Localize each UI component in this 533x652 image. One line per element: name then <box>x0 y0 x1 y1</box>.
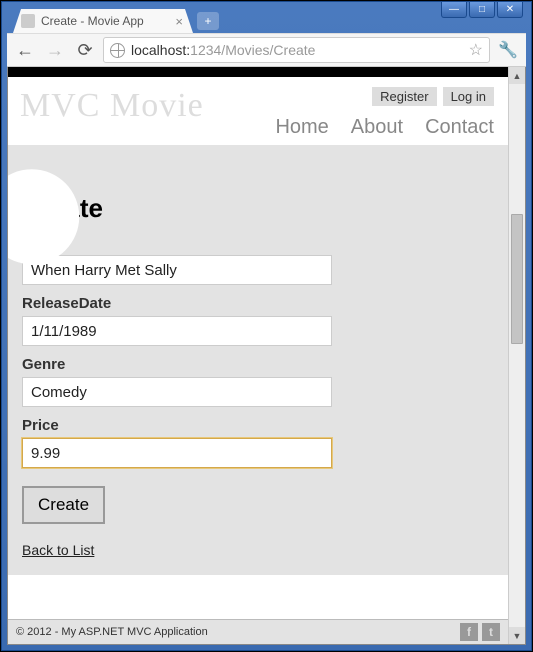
bookmark-star-icon[interactable]: ☆ <box>469 40 483 60</box>
reload-button[interactable]: ⟳ <box>73 38 97 62</box>
scroll-thumb[interactable] <box>511 214 523 344</box>
address-bar[interactable]: localhost:1234/Movies/Create ☆ <box>103 37 490 63</box>
auth-links: Register Log in <box>275 87 494 106</box>
scroll-track[interactable] <box>509 84 525 627</box>
releasedate-label: ReleaseDate <box>22 295 494 312</box>
page-viewport: MVC Movie Register Log in Home About Con… <box>7 67 526 645</box>
back-to-list-link[interactable]: Back to List <box>22 542 94 558</box>
settings-wrench-icon[interactable]: 🔧 <box>496 38 520 62</box>
genre-input[interactable] <box>22 377 332 407</box>
price-input[interactable] <box>22 438 332 468</box>
browser-toolbar: ← → ⟳ localhost:1234/Movies/Create ☆ 🔧 <box>7 33 526 67</box>
globe-icon <box>110 43 125 58</box>
login-link[interactable]: Log in <box>443 87 494 106</box>
site-header: MVC Movie Register Log in Home About Con… <box>8 77 508 145</box>
nav-about[interactable]: About <box>351 116 403 139</box>
minimize-button[interactable]: — <box>441 2 467 18</box>
releasedate-input[interactable] <box>22 316 332 346</box>
scroll-down-button[interactable]: ▼ <box>509 627 525 644</box>
url-text: localhost:1234/Movies/Create <box>131 42 315 58</box>
new-tab-button[interactable]: + <box>197 12 219 30</box>
url-path: 1234/Movies/Create <box>190 42 315 58</box>
maximize-button[interactable]: □ <box>469 2 495 18</box>
site-title: MVC Movie <box>20 87 204 125</box>
forward-button[interactable]: → <box>43 38 67 62</box>
price-label: Price <box>22 417 494 434</box>
form-area: Create Title ReleaseDate Genre Price Cre… <box>8 145 508 575</box>
tab-close-icon[interactable]: × <box>173 14 185 29</box>
footer-text: © 2012 - My ASP.NET MVC Application <box>16 626 208 638</box>
create-button[interactable]: Create <box>22 486 105 524</box>
tab-favicon <box>21 14 35 28</box>
register-link[interactable]: Register <box>372 87 436 106</box>
top-black-bar <box>8 67 508 77</box>
back-button[interactable]: ← <box>13 38 37 62</box>
page-heading: Create <box>22 193 494 224</box>
footer-social: f t <box>460 623 500 641</box>
browser-tab[interactable]: Create - Movie App × <box>13 9 193 33</box>
vertical-scrollbar[interactable]: ▲ ▼ <box>508 67 525 644</box>
window-controls: — □ ✕ <box>441 2 523 18</box>
title-input[interactable] <box>22 255 332 285</box>
genre-label: Genre <box>22 356 494 373</box>
twitter-icon[interactable]: t <box>482 623 500 641</box>
close-window-button[interactable]: ✕ <box>497 2 523 18</box>
tab-title: Create - Movie App <box>41 14 173 28</box>
url-host: localhost: <box>131 42 190 58</box>
title-label: Title <box>22 234 494 251</box>
facebook-icon[interactable]: f <box>460 623 478 641</box>
page-footer: © 2012 - My ASP.NET MVC Application f t <box>8 619 508 644</box>
nav-contact[interactable]: Contact <box>425 116 494 139</box>
page-content: MVC Movie Register Log in Home About Con… <box>8 67 508 644</box>
scroll-up-button[interactable]: ▲ <box>509 67 525 84</box>
main-nav: Home About Contact <box>275 116 494 139</box>
nav-home[interactable]: Home <box>275 116 328 139</box>
